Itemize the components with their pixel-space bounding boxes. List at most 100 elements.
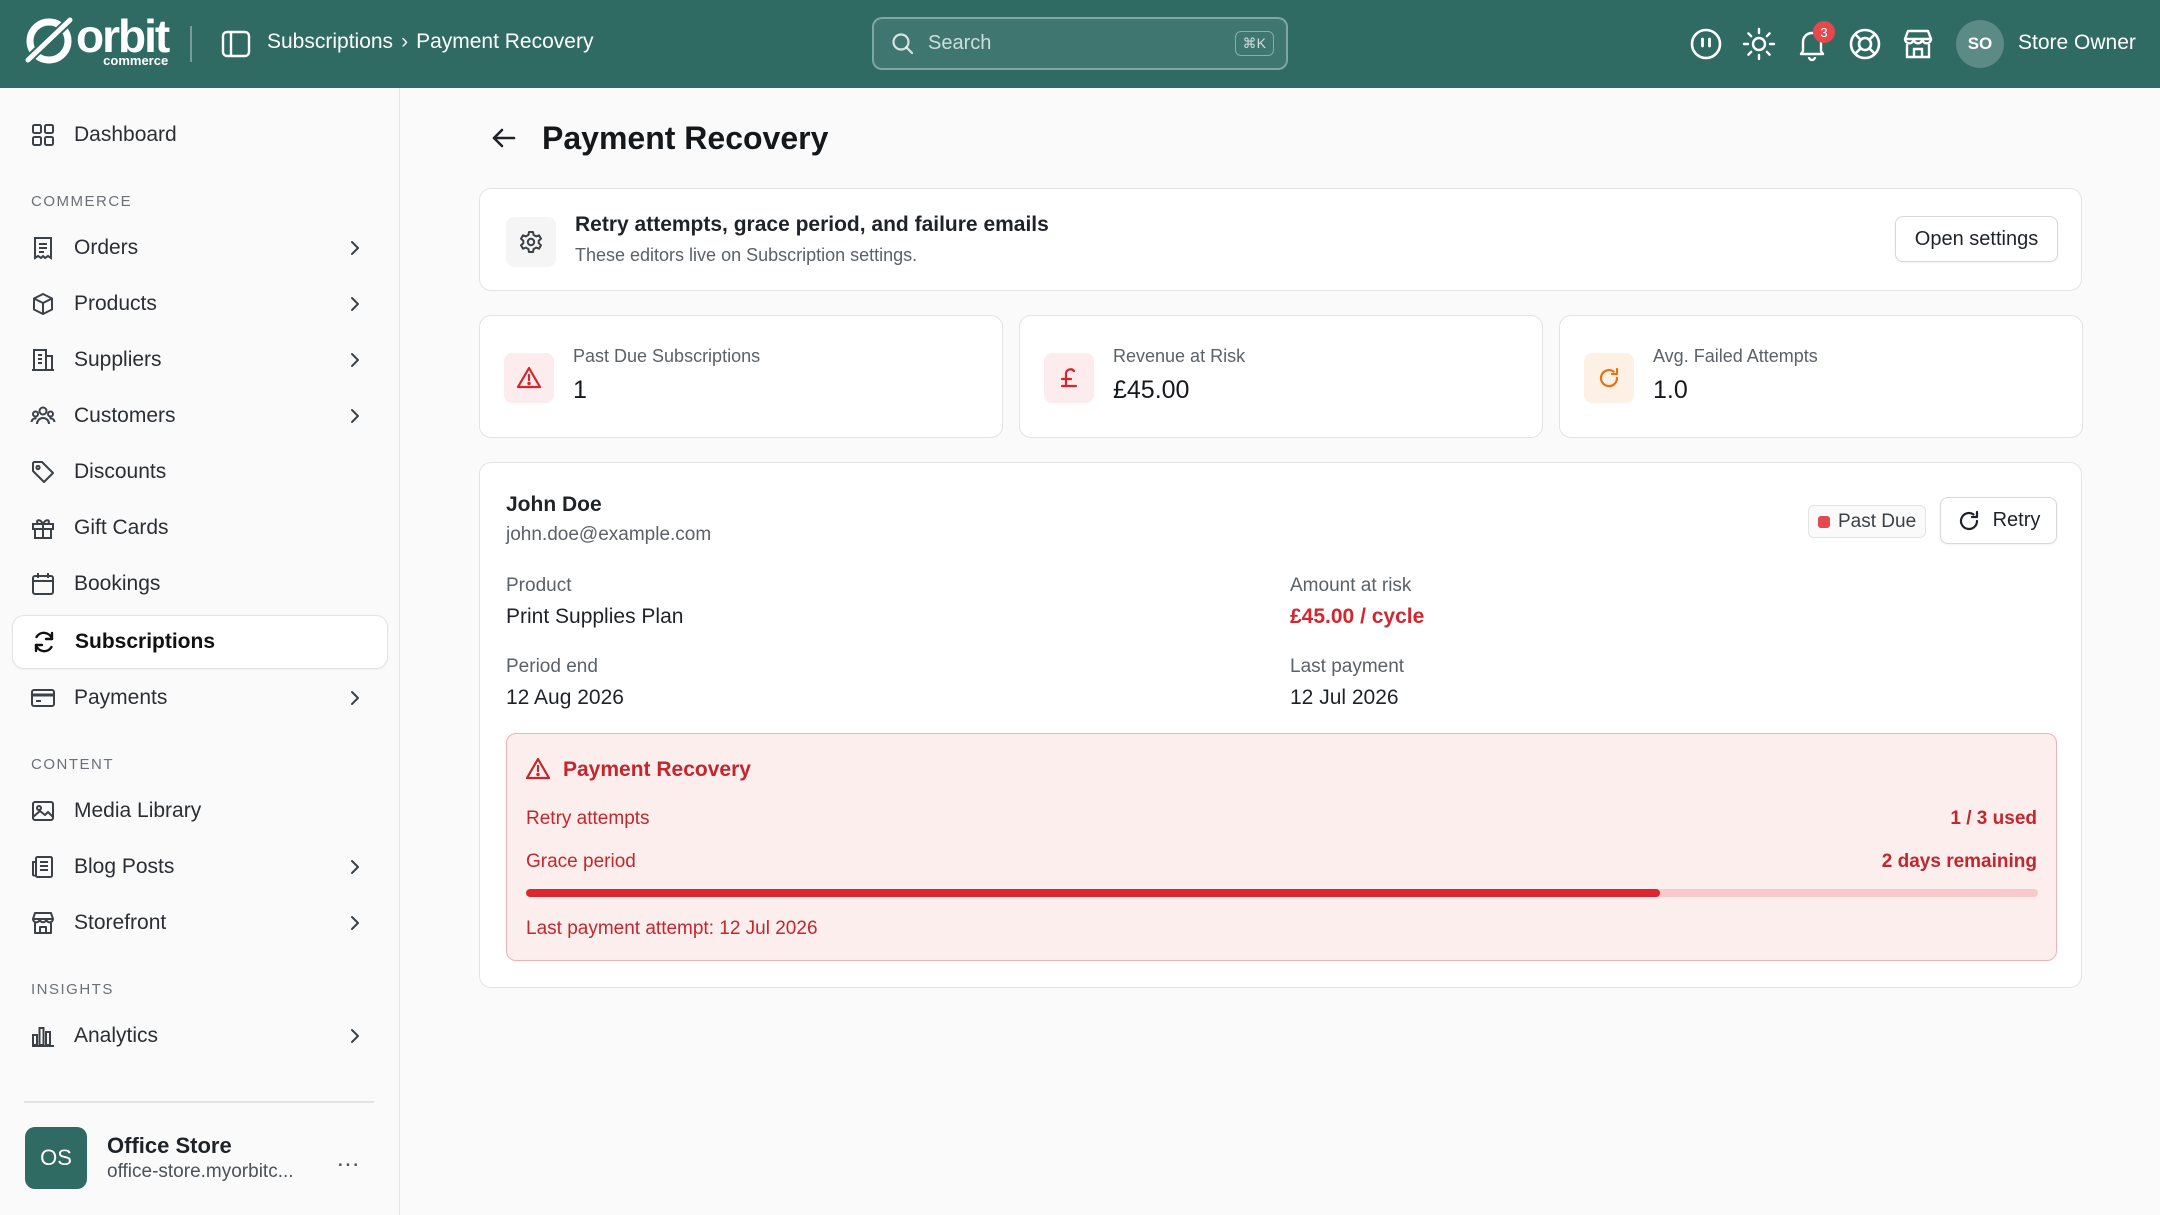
breadcrumb: Subscriptions › Payment Recovery: [267, 30, 593, 54]
sidebar-item-label: Suppliers: [74, 348, 162, 371]
store-more-button[interactable]: ...: [337, 1145, 360, 1173]
top-bar: orbit commerce Subscriptions › Payment R…: [0, 0, 2160, 88]
stat-icon-box: [1044, 353, 1094, 403]
store-avatar[interactable]: OS: [25, 1127, 87, 1189]
receipt-icon: [34, 237, 52, 260]
help-lifebuoy-icon[interactable]: [1847, 26, 1883, 62]
info-icon-box: [506, 217, 556, 267]
sidebar-item-label: Gift Cards: [74, 516, 169, 539]
sidebar-item-discounts[interactable]: Discounts: [12, 445, 388, 499]
back-arrow-icon[interactable]: [490, 124, 518, 152]
settings-info-card: Retry attempts, grace period, and failur…: [479, 188, 2082, 291]
sidebar-item-storefront[interactable]: Storefront: [12, 896, 388, 950]
section-label-commerce: COMMERCE: [31, 193, 133, 210]
chevron-right-icon: [351, 297, 359, 311]
sidebar-item-analytics[interactable]: Analytics: [12, 1009, 388, 1063]
period-end-label: Period end: [506, 656, 598, 677]
breadcrumb-subscriptions[interactable]: Subscriptions: [267, 30, 393, 54]
chevron-right-icon: [351, 241, 359, 255]
sidebar-item-bookings[interactable]: Bookings: [12, 557, 388, 611]
grace-period-label: Grace period: [526, 851, 636, 872]
section-label-insights: INSIGHTS: [31, 981, 114, 998]
info-subtitle: These editors live on Subscription setti…: [575, 245, 918, 265]
sidebar-item-suppliers[interactable]: Suppliers: [12, 333, 388, 387]
gear-icon: [520, 231, 542, 253]
sidebar-item-label: Analytics: [74, 1024, 159, 1047]
amount-value: £45.00 / cycle: [1290, 605, 1425, 628]
notification-badge: 3: [1813, 21, 1835, 43]
sidebar-item-subscriptions[interactable]: Subscriptions: [12, 615, 388, 669]
sidebar-item-label: Customers: [74, 404, 176, 427]
product-value: Print Supplies Plan: [506, 605, 684, 628]
newspaper-icon: [32, 856, 53, 878]
orbit-logo-mark-icon: [25, 17, 73, 64]
search-icon: [892, 32, 914, 54]
stat-icon-box: [1584, 353, 1634, 403]
open-settings-button[interactable]: Open settings: [1895, 216, 2058, 262]
sun-icon[interactable]: [1741, 26, 1777, 62]
sidebar-item-label: Bookings: [74, 572, 161, 595]
product-label: Product: [506, 575, 572, 596]
sidebar-item-label: Media Library: [74, 799, 202, 822]
retry-button[interactable]: Retry: [1940, 497, 2057, 544]
payment-recovery-panel: Payment Recovery Retry attempts 1 / 3 us…: [506, 733, 2057, 961]
sidebar-divider: [24, 1101, 374, 1103]
customer-name: John Doe: [506, 493, 602, 516]
gift-icon: [32, 519, 54, 539]
stat-value: 1: [573, 376, 587, 404]
subscription-card: John Doe john.doe@example.com Past Due R…: [479, 462, 2082, 988]
sidebar-item-products[interactable]: Products: [12, 277, 388, 331]
sidebar-item-label: Storefront: [74, 911, 167, 934]
breadcrumb-current: Payment Recovery: [416, 30, 594, 53]
sidebar-item-media-library[interactable]: Media Library: [12, 784, 388, 838]
status-badge: Past Due: [1808, 505, 1927, 538]
sidebar-item-label: Discounts: [74, 460, 167, 483]
refresh-icon: [34, 631, 54, 653]
user-avatar[interactable]: SO: [1956, 20, 2004, 68]
orbit-logo[interactable]: orbit commerce: [24, 13, 170, 67]
amount-label: Amount at risk: [1290, 575, 1412, 596]
chevron-right-icon: [351, 353, 359, 367]
user-name[interactable]: Store Owner: [2018, 31, 2136, 55]
last-payment-label: Last payment: [1290, 656, 1405, 677]
stat-icon-box: [504, 353, 554, 403]
period-end-value: 12 Aug 2026: [506, 686, 624, 709]
last-payment-attempt: Last payment attempt: 12 Jul 2026: [526, 918, 818, 939]
status-label: Past Due: [1838, 510, 1917, 532]
pause-circle-icon[interactable]: [1688, 26, 1724, 62]
box-icon: [33, 293, 53, 315]
retry-attempts-value: 1 / 3 used: [1950, 808, 2037, 829]
chevron-right-icon: [351, 409, 359, 423]
chevron-right-icon: [351, 1029, 359, 1043]
sidebar-item-label: Blog Posts: [74, 855, 175, 878]
recovery-title: Payment Recovery: [563, 758, 751, 781]
storefront-icon[interactable]: [1900, 26, 1936, 62]
sidebar-item-orders[interactable]: Orders: [12, 221, 388, 275]
search-input[interactable]: Search ⌘K: [872, 17, 1288, 70]
stat-card-revenue-at-risk: Revenue at Risk £45.00: [1019, 315, 1543, 438]
sidebar-item-customers[interactable]: Customers: [12, 389, 388, 443]
users-icon: [30, 406, 56, 425]
sidebar-item-gift-cards[interactable]: Gift Cards: [12, 501, 388, 555]
sidebar-item-label: Products: [74, 292, 157, 315]
sidebar-item-label: Subscriptions: [75, 630, 216, 653]
sidebar-item-label: Payments: [74, 686, 168, 709]
sidebar-item-label: Orders: [74, 236, 139, 259]
stat-card-avg-failed-attempts: Avg. Failed Attempts 1.0: [1559, 315, 2083, 438]
sidebar-item-dashboard[interactable]: Dashboard: [12, 108, 388, 162]
chevron-right-icon: [351, 691, 359, 705]
bar-chart-icon: [32, 1027, 54, 1047]
search-shortcut: ⌘K: [1234, 31, 1274, 56]
store-name[interactable]: Office Store: [107, 1133, 232, 1159]
dashboard-icon: [32, 124, 54, 146]
store-icon: [32, 912, 54, 934]
sidebar-item-payments[interactable]: Payments: [12, 671, 388, 725]
store-url: office-store.myorbitc...: [107, 1161, 294, 1182]
retry-attempts-label: Retry attempts: [526, 808, 650, 829]
chevron-right-icon: [351, 860, 359, 874]
info-title: Retry attempts, grace period, and failur…: [575, 213, 1049, 236]
customer-email: john.doe@example.com: [506, 524, 712, 545]
calendar-icon: [32, 573, 54, 595]
sidebar-item-blog-posts[interactable]: Blog Posts: [12, 840, 388, 894]
sidebar-toggle-icon[interactable]: [220, 28, 252, 60]
